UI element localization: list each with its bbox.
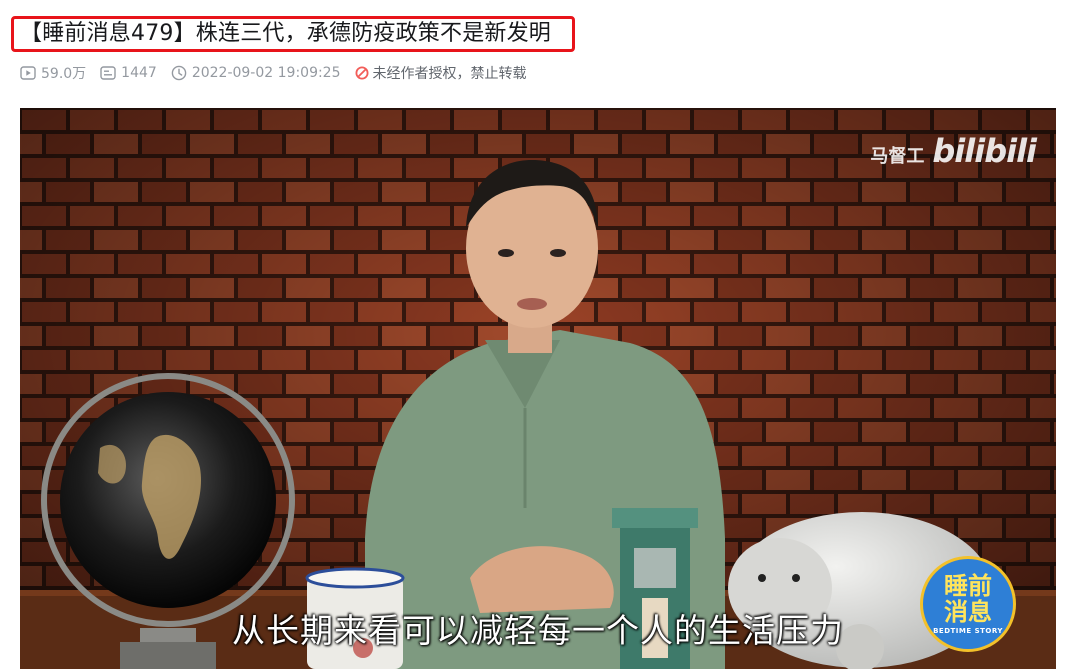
play-count-icon bbox=[20, 66, 36, 80]
publish-time: 2022-09-02 19:09:25 bbox=[171, 65, 341, 81]
no-repost-icon bbox=[355, 66, 369, 80]
show-logo-en: BEDTIME STORY bbox=[933, 627, 1003, 635]
video-frame bbox=[20, 108, 1056, 669]
show-logo-badge: 睡前 消息 BEDTIME STORY bbox=[920, 556, 1016, 652]
watermark-author: 马督工 bbox=[870, 146, 925, 167]
view-count-value: 59.0万 bbox=[41, 66, 87, 82]
video-player[interactable]: 马督工 bilibili 从长期来看可以减轻每一个人的生活压力 睡前 消息 BE… bbox=[20, 108, 1056, 669]
video-subtitle: 从长期来看可以减轻每一个人的生活压力 bbox=[232, 611, 844, 650]
show-logo-line1: 睡前 bbox=[944, 572, 992, 600]
publish-time-value: 2022-09-02 19:09:25 bbox=[191, 65, 341, 81]
video-meta-row: 59.0万 1447 2022-09-02 19:09:25 未经作者授权，禁止… bbox=[20, 63, 527, 83]
danmaku-icon bbox=[100, 66, 116, 80]
bilibili-watermark: 马督工 bilibili bbox=[870, 132, 1037, 170]
video-page: 【睡前消息479】株连三代，承德防疫政策不是新发明 59.0万 1447 202… bbox=[0, 0, 1080, 669]
bilibili-logo: bilibili bbox=[932, 132, 1037, 170]
video-title: 【睡前消息479】株连三代，承德防疫政策不是新发明 bbox=[20, 21, 551, 46]
show-logo-line2: 消息 bbox=[944, 598, 992, 626]
video-title-highlight: 【睡前消息479】株连三代，承德防疫政策不是新发明 bbox=[11, 16, 575, 52]
danmaku-count-value: 1447 bbox=[121, 65, 157, 81]
copyright-notice: 未经作者授权，禁止转载 bbox=[355, 63, 527, 83]
view-count: 59.0万 bbox=[20, 63, 86, 83]
danmaku-count: 1447 bbox=[100, 65, 157, 81]
copyright-notice-text: 未经作者授权，禁止转载 bbox=[372, 66, 527, 82]
clock-icon bbox=[171, 65, 187, 81]
